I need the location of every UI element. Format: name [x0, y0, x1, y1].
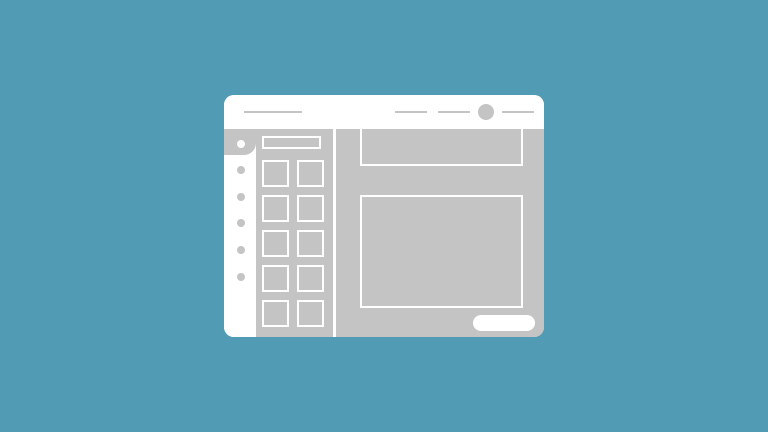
nav-item-2[interactable]	[438, 111, 470, 113]
rail-item-2[interactable]	[237, 166, 245, 174]
nav-item-3[interactable]	[502, 111, 534, 113]
thumbnail-tile[interactable]	[297, 195, 324, 222]
main-canvas	[336, 125, 544, 337]
thumbnail-tile[interactable]	[262, 300, 289, 327]
window-title-placeholder	[244, 111, 302, 113]
sidebar-rail	[224, 129, 256, 337]
action-button[interactable]	[473, 315, 535, 331]
thumbnail-tile[interactable]	[262, 160, 289, 187]
main-card[interactable]	[360, 195, 523, 308]
thumbnail-tile[interactable]	[262, 230, 289, 257]
thumbnail-tile[interactable]	[262, 195, 289, 222]
app-window	[224, 95, 544, 337]
thumbnail-tile[interactable]	[262, 265, 289, 292]
rail-item-active[interactable]	[224, 129, 256, 155]
thumbnail-panel	[256, 129, 333, 337]
rail-item-4[interactable]	[237, 219, 245, 227]
panel-search-input[interactable]	[262, 136, 321, 149]
thumbnail-tile[interactable]	[297, 160, 324, 187]
rail-item-3[interactable]	[237, 193, 245, 201]
user-avatar-icon[interactable]	[478, 104, 494, 120]
rail-dot-icon	[237, 140, 245, 148]
rail-item-5[interactable]	[237, 246, 245, 254]
title-bar	[224, 95, 544, 129]
nav-item-1[interactable]	[395, 111, 427, 113]
top-card[interactable]	[360, 125, 523, 166]
thumbnail-tile[interactable]	[297, 265, 324, 292]
thumbnail-tile[interactable]	[297, 300, 324, 327]
thumbnail-tile[interactable]	[297, 230, 324, 257]
rail-item-6[interactable]	[237, 273, 245, 281]
